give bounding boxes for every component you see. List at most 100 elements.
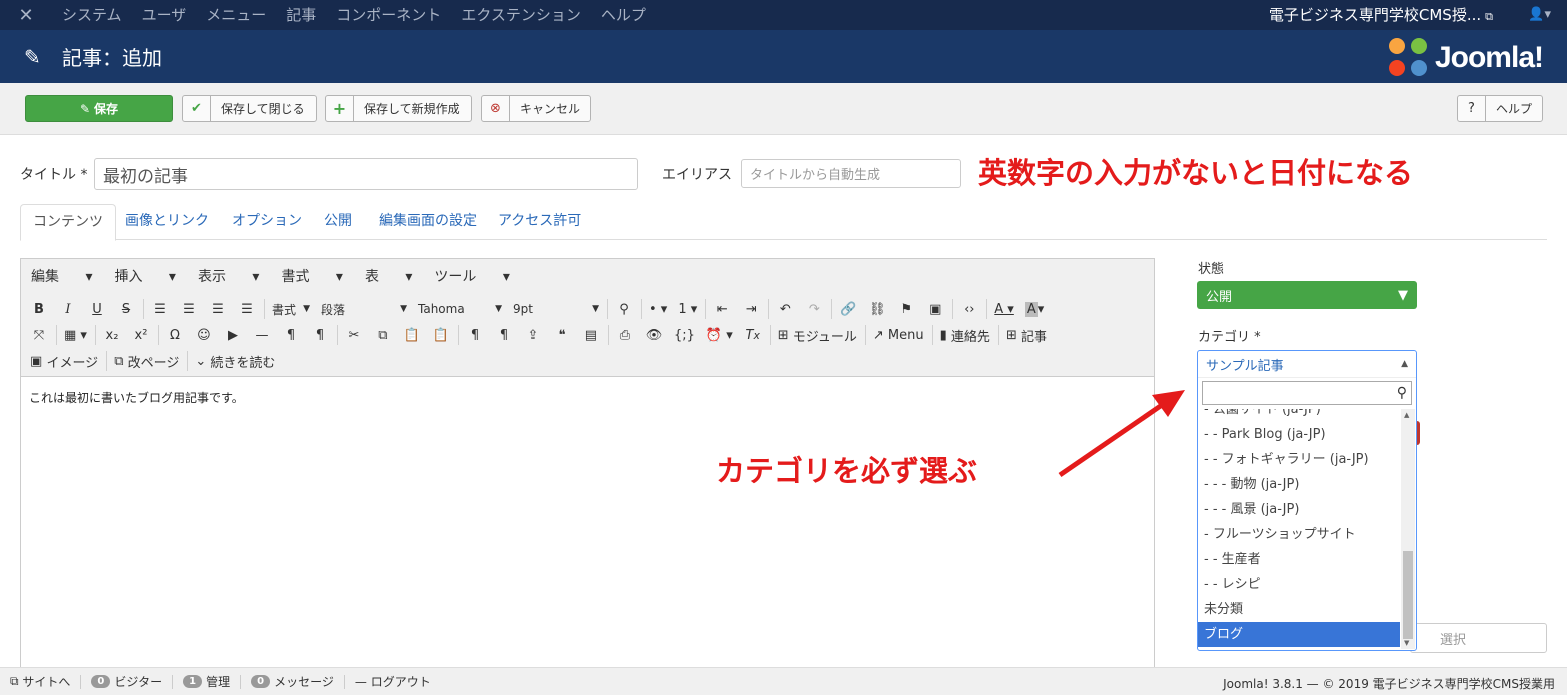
strikethrough-icon[interactable]: S (114, 297, 138, 321)
menu-button[interactable]: ↗ Menu (870, 323, 927, 347)
superscript-icon[interactable]: x² (129, 323, 153, 347)
menu-system[interactable]: システム (52, 0, 132, 30)
category-option[interactable]: - - フォトギャラリー (ja-JP) (1198, 447, 1400, 472)
clear-formatting-icon[interactable]: Tx (741, 323, 765, 347)
fullscreen-icon[interactable]: ⤧ (27, 323, 51, 347)
visual-chars-icon[interactable]: ¶ (463, 323, 487, 347)
code-icon[interactable]: ‹› (957, 297, 981, 321)
bookmark-icon[interactable]: ⚑ (894, 297, 918, 321)
bold-icon[interactable]: B (27, 297, 51, 321)
image-icon[interactable]: ▣ (923, 297, 947, 321)
menu-components[interactable]: コンポーネント (326, 0, 451, 30)
alias-input[interactable]: タイトルから自動生成 (741, 159, 961, 188)
subscript-icon[interactable]: x₂ (100, 323, 124, 347)
media-icon[interactable]: ▶ (221, 323, 245, 347)
cancel-button[interactable]: ⊗ キャンセル (481, 95, 591, 122)
site-link[interactable]: 電子ビジネス専門学校CMS授... ⧉ (1269, 0, 1493, 32)
italic-icon[interactable]: I (56, 297, 80, 321)
align-left-icon[interactable]: ☰ (148, 297, 172, 321)
tab-publishing[interactable]: 公開 (324, 204, 352, 240)
find-replace-icon[interactable]: ⚲ (612, 297, 636, 321)
undo-icon[interactable]: ↶ (773, 297, 797, 321)
module-button[interactable]: ⊞ モジュール (775, 323, 860, 347)
indent-icon[interactable]: ⇥ (739, 297, 763, 321)
user-menu-icon[interactable]: 👤▾ (1528, 0, 1551, 30)
menu-tools[interactable]: ツール ▾ (434, 266, 509, 286)
menu-format[interactable]: 書式 ▾ (281, 266, 342, 286)
category-select[interactable]: サンプル記事 ▲ (1198, 351, 1416, 378)
menu-menus[interactable]: メニュー (196, 0, 276, 30)
category-option-highlighted[interactable]: ブログ (1198, 622, 1400, 647)
admin-status[interactable]: 1 管理 (173, 674, 242, 689)
blockquote-icon[interactable]: ❝ (550, 323, 574, 347)
save-new-button[interactable]: + 保存して新規作成 (325, 95, 472, 122)
category-option[interactable]: - フルーツショップサイト (1198, 522, 1400, 547)
font-family-select[interactable]: Tahoma ▼ (415, 297, 505, 321)
logout-link[interactable]: — ログアウト (345, 675, 441, 690)
editor-content[interactable]: これは最初に書いたブログ用記事です。 (29, 389, 244, 406)
table-icon[interactable]: ▦ ▾ (61, 323, 90, 347)
template-icon[interactable]: ▤ (579, 323, 603, 347)
joomla-menu-icon[interactable]: ✕ (0, 5, 52, 26)
background-color-icon[interactable]: A ▾ (1022, 297, 1047, 321)
emoticon-icon[interactable]: ☺ (192, 323, 216, 347)
category-dropdown[interactable]: サンプル記事 ▲ ⚲ - 公園サイト (ja-JP) - - Park Blog… (1197, 350, 1417, 651)
tab-content[interactable]: コンテンツ (20, 204, 116, 241)
readmore-button[interactable]: ⌄ 続きを読む (192, 349, 278, 373)
redo-icon[interactable]: ↷ (802, 297, 826, 321)
menu-extensions[interactable]: エクステンション (451, 0, 591, 30)
status-select[interactable]: 公開 ▼ (1197, 281, 1417, 309)
paste-text-icon[interactable]: 📋 (429, 323, 453, 347)
horizontal-rule-icon[interactable]: — (250, 323, 274, 347)
unlink-icon[interactable]: ⛓ (865, 297, 889, 321)
link-icon[interactable]: 🔗 (836, 297, 860, 321)
menu-users[interactable]: ユーザ (132, 0, 197, 30)
category-scrollbar[interactable]: ▲ ▼ (1401, 409, 1415, 649)
text-color-icon[interactable]: A ▾ (991, 297, 1017, 321)
help-button[interactable]: ? ヘルプ (1457, 95, 1543, 122)
align-right-icon[interactable]: ☰ (206, 297, 230, 321)
code-sample-icon[interactable]: {;} (671, 323, 698, 347)
insert-datetime-icon[interactable]: ⏰ ▾ (703, 323, 736, 347)
align-center-icon[interactable]: ☰ (177, 297, 201, 321)
category-option[interactable]: 未分類 (1198, 597, 1400, 622)
tab-permissions[interactable]: アクセス許可 (498, 204, 581, 240)
upload-icon[interactable]: ⇪ (521, 323, 545, 347)
format-select[interactable]: 書式 ▼ (269, 297, 313, 321)
menu-view[interactable]: 表示 ▾ (198, 266, 259, 286)
menu-table[interactable]: 表 ▾ (365, 266, 412, 286)
special-character-icon[interactable]: Ω (163, 323, 187, 347)
menu-content[interactable]: 記事 (276, 0, 326, 30)
preview-icon[interactable]: 👁 (642, 323, 666, 347)
contact-button[interactable]: ▮ 連絡先 (937, 323, 993, 347)
title-input[interactable]: 最初の記事 (94, 158, 638, 190)
rtl-icon[interactable]: ¶ (308, 323, 332, 347)
ltr-icon[interactable]: ¶ (279, 323, 303, 347)
image-button[interactable]: ▣ イメージ (27, 349, 101, 373)
paragraph-select[interactable]: 段落 ▼ (318, 297, 410, 321)
underline-icon[interactable]: U (85, 297, 109, 321)
outdent-icon[interactable]: ⇤ (710, 297, 734, 321)
tab-images-links[interactable]: 画像とリンク (125, 204, 209, 240)
pagebreak-button[interactable]: ⧉ 改ページ (111, 349, 182, 373)
visitors-status[interactable]: 0 ビジター (81, 674, 174, 689)
print-icon[interactable]: ⎙ (613, 323, 637, 347)
numbered-list-icon[interactable]: 1 ▾ (675, 297, 700, 321)
menu-edit[interactable]: 編集 ▾ (31, 266, 92, 286)
save-close-button[interactable]: ✔ 保存して閉じる (182, 95, 317, 122)
bullet-list-icon[interactable]: • ▾ (646, 297, 670, 321)
view-site-link[interactable]: ⧉ サイトへ (0, 674, 82, 689)
tab-editing-layout[interactable]: 編集画面の設定 (379, 204, 477, 240)
category-option[interactable]: - - - 風景 (ja-JP) (1198, 497, 1400, 522)
copy-icon[interactable]: ⧉ (371, 323, 395, 347)
align-justify-icon[interactable]: ☰ (235, 297, 259, 321)
paste-icon[interactable]: 📋 (400, 323, 424, 347)
tab-options[interactable]: オプション (232, 204, 302, 240)
category-option[interactable]: - - 生産者 (1198, 547, 1400, 572)
cut-icon[interactable]: ✂ (342, 323, 366, 347)
article-button[interactable]: ⊞ 記事 (1003, 323, 1050, 347)
tags-input[interactable]: 選択 (1410, 623, 1547, 653)
category-option[interactable]: - - レシピ (1198, 572, 1400, 597)
font-size-select[interactable]: 9pt ▼ (510, 297, 602, 321)
category-search-input[interactable]: ⚲ (1202, 381, 1412, 405)
